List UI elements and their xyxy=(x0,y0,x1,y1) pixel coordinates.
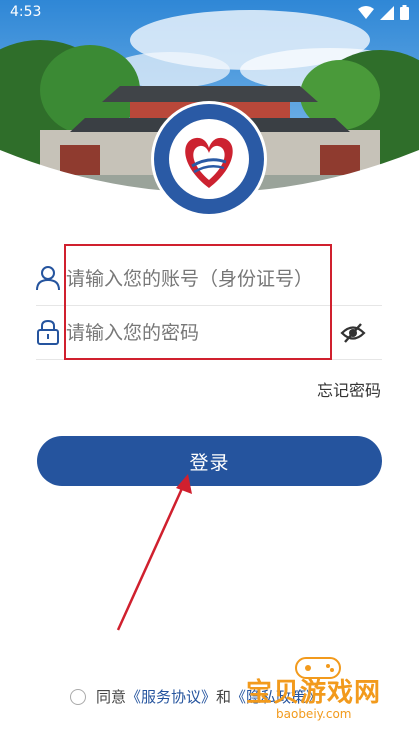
agree-and: 和 xyxy=(216,688,232,706)
university-logo xyxy=(151,101,267,217)
password-input[interactable] xyxy=(66,314,326,352)
lock-icon xyxy=(37,319,59,345)
watermark: 宝贝游戏网 baobeiy.com xyxy=(240,652,410,736)
status-icons xyxy=(358,5,409,20)
watermark-title: 宝贝游戏网 xyxy=(246,678,382,708)
status-time: 4:53 xyxy=(10,4,42,20)
eye-off-icon[interactable] xyxy=(340,320,366,346)
forgot-password-link[interactable]: 忘记密码 xyxy=(317,377,381,401)
password-field xyxy=(36,306,382,360)
service-agreement-link[interactable]: 《服务协议》 xyxy=(126,686,216,707)
status-bar: 4:53 xyxy=(0,0,419,28)
account-field xyxy=(36,252,382,306)
login-button[interactable]: 登录 xyxy=(37,436,382,486)
wifi-icon xyxy=(358,5,374,19)
user-icon xyxy=(36,266,60,291)
account-input[interactable] xyxy=(66,260,326,298)
annotation-arrow xyxy=(116,474,192,631)
agree-radio[interactable] xyxy=(70,688,86,705)
signal-icon xyxy=(380,5,394,20)
battery-icon xyxy=(400,5,409,20)
watermark-url: baobeiy.com xyxy=(276,707,352,721)
agree-prefix: 同意 xyxy=(96,688,127,706)
